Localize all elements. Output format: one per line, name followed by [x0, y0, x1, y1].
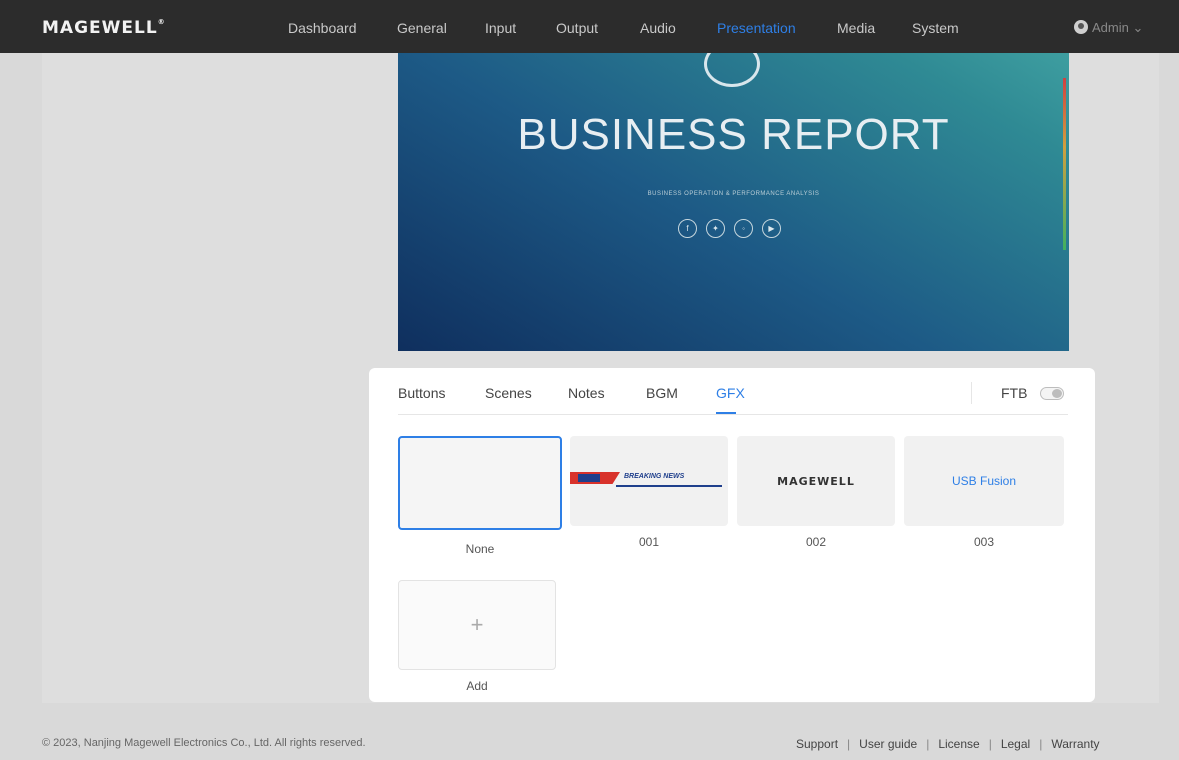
control-panel: Buttons Scenes Notes BGM GFX FTB None BR… — [369, 368, 1095, 702]
nav-audio[interactable]: Audio — [640, 20, 676, 36]
footer: © 2023, Nanjing Magewell Electronics Co.… — [0, 703, 1179, 760]
add-gfx-button[interactable]: + — [398, 580, 556, 670]
youtube-icon: ▶ — [762, 219, 781, 238]
gfx-label: 002 — [805, 535, 827, 549]
copyright-text: © 2023, Nanjing Magewell Electronics Co.… — [42, 737, 366, 749]
magewell-thumb-logo: MAGEWELL — [777, 474, 855, 488]
news-underline — [616, 485, 722, 487]
gfx-item-001[interactable]: BREAKING NEWS 001 — [570, 436, 728, 549]
instagram-icon: ◦ — [734, 219, 753, 238]
gfx-thumb-002[interactable]: MAGEWELL — [737, 436, 895, 526]
footer-separator: | — [926, 737, 930, 751]
footer-link-legal[interactable]: Legal — [1001, 737, 1030, 751]
footer-separator: | — [847, 737, 851, 751]
breaking-news-text: BREAKING NEWS — [624, 473, 685, 480]
top-nav-bar: MAGEWELL® Dashboard General Input Output… — [0, 0, 1179, 53]
footer-link-license[interactable]: License — [938, 737, 979, 751]
add-label: Add — [466, 679, 488, 693]
preview-title: BUSINESS REPORT — [517, 110, 950, 159]
nav-general[interactable]: General — [397, 20, 447, 36]
facebook-icon: f — [678, 219, 697, 238]
breaking-news-graphic: BREAKING NEWS — [570, 472, 728, 488]
nav-input[interactable]: Input — [485, 20, 516, 36]
gfx-item-none[interactable]: None — [398, 436, 562, 556]
twitter-icon: ✦ — [706, 219, 725, 238]
tab-notes[interactable]: Notes — [568, 385, 605, 401]
usb-fusion-thumb-text: USB Fusion — [951, 474, 1017, 488]
gfx-thumb-003[interactable]: USB Fusion — [904, 436, 1064, 526]
footer-links: Support | User guide | License | Legal | Warrant… — [796, 737, 1100, 751]
gfx-label: None — [465, 542, 495, 556]
nav-output[interactable]: Output — [556, 20, 598, 36]
user-name: Admin — [1092, 20, 1129, 35]
footer-separator: | — [1039, 737, 1043, 751]
social-icons: f ✦ ◦ ▶ — [678, 219, 781, 238]
tab-gfx[interactable]: GFX — [716, 385, 745, 401]
emblem-icon — [704, 53, 760, 87]
user-avatar-icon — [1074, 20, 1088, 34]
footer-link-support[interactable]: Support — [796, 737, 838, 751]
tabs-divider — [398, 414, 1068, 415]
tab-scenes[interactable]: Scenes — [485, 385, 532, 401]
gfx-item-002[interactable]: MAGEWELL 002 — [737, 436, 895, 549]
tabs-separator — [971, 382, 972, 404]
ftb-toggle[interactable] — [1040, 387, 1064, 400]
footer-separator: | — [988, 737, 992, 751]
magewell-logo[interactable]: MAGEWELL® — [42, 18, 166, 38]
news-blue-stripe — [578, 474, 600, 482]
nav-presentation[interactable]: Presentation — [717, 20, 796, 36]
nav-system[interactable]: System — [912, 20, 959, 36]
active-tab-indicator — [716, 412, 736, 414]
gfx-label: 001 — [638, 535, 660, 549]
preview-subtitle: BUSINESS OPERATION & PERFORMANCE ANALYSI… — [647, 191, 820, 197]
tab-buttons[interactable]: Buttons — [398, 385, 445, 401]
audio-level-meter — [1063, 78, 1066, 250]
gfx-thumb-none[interactable] — [398, 436, 562, 530]
gfx-add[interactable]: + Add — [398, 580, 556, 693]
footer-link-warranty[interactable]: Warranty — [1051, 737, 1099, 751]
plus-icon: + — [470, 612, 484, 637]
user-menu[interactable]: Admin ⌄ — [1074, 20, 1143, 36]
ftb-toggle-knob — [1052, 389, 1062, 398]
ftb-label: FTB — [1001, 385, 1028, 401]
presentation-preview: BUSINESS REPORT BUSINESS OPERATION & PER… — [398, 53, 1069, 351]
nav-dashboard[interactable]: Dashboard — [288, 20, 357, 36]
nav-media[interactable]: Media — [837, 20, 875, 36]
gfx-thumb-001[interactable]: BREAKING NEWS — [570, 436, 728, 526]
tab-bgm[interactable]: BGM — [646, 385, 678, 401]
footer-link-user-guide[interactable]: User guide — [859, 737, 917, 751]
gfx-label: 003 — [973, 535, 995, 549]
gfx-item-003[interactable]: USB Fusion 003 — [904, 436, 1064, 549]
chevron-down-icon: ⌄ — [1128, 20, 1144, 35]
